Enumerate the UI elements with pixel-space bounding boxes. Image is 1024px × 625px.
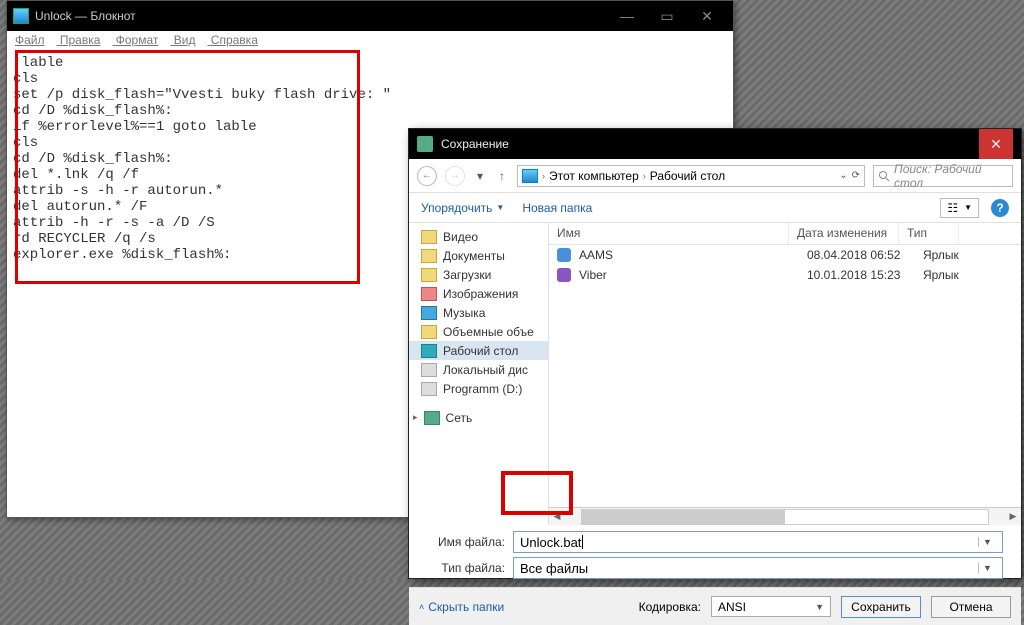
scroll-left-icon[interactable]: ◀ bbox=[549, 511, 565, 522]
organize-button[interactable]: Упорядочить ▼ bbox=[421, 201, 504, 215]
file-row[interactable]: AAMS 08.04.2018 06:52 Ярлык bbox=[549, 245, 1021, 265]
computer-icon bbox=[522, 169, 538, 183]
folder-tree: Видео Документы Загрузки Изображения Муз… bbox=[409, 223, 549, 525]
tree-volumes[interactable]: Объемные объе bbox=[409, 322, 548, 341]
shortcut-icon bbox=[557, 268, 571, 282]
tree-downloads[interactable]: Загрузки bbox=[409, 265, 548, 284]
close-button[interactable]: ✕ bbox=[979, 129, 1013, 159]
col-date[interactable]: Дата изменения bbox=[789, 223, 899, 244]
tree-pictures[interactable]: Изображения bbox=[409, 284, 548, 303]
menu-file[interactable]: Файл bbox=[15, 33, 45, 47]
tree-localdisk[interactable]: Локальный дис bbox=[409, 360, 548, 379]
notepad-titlebar[interactable]: Unlock — Блокнот — ▭ ✕ bbox=[7, 1, 733, 31]
notepad-title: Unlock — Блокнот bbox=[35, 9, 136, 23]
chevron-up-icon: ˄ bbox=[419, 602, 424, 612]
col-name[interactable]: Имя bbox=[549, 223, 789, 244]
drive-icon bbox=[421, 363, 437, 377]
horizontal-scrollbar[interactable]: ◀ ▶ bbox=[549, 507, 1021, 525]
tree-desktop[interactable]: Рабочий стол bbox=[409, 341, 548, 360]
chevron-right-icon: › bbox=[542, 171, 545, 181]
list-icon: ☷ bbox=[947, 201, 958, 215]
scroll-right-icon[interactable]: ▶ bbox=[1005, 511, 1021, 522]
save-fields: Имя файла: Unlock.bat ▼ Тип файла: Все ф… bbox=[409, 525, 1021, 587]
save-button[interactable]: Сохранить bbox=[841, 596, 921, 618]
save-title: Сохранение bbox=[441, 137, 509, 151]
notepad-menubar: Файл Правка Формат Вид Справка bbox=[7, 31, 733, 51]
save-toolbar: Упорядочить ▼ Новая папка ☷▼ ? bbox=[409, 193, 1021, 223]
view-control[interactable]: ☷▼ bbox=[940, 198, 979, 218]
notepad-icon bbox=[13, 8, 29, 24]
address-bar: ← → ▾ ↑ › Этот компьютер › Рабочий стол … bbox=[409, 159, 1021, 193]
col-type[interactable]: Тип bbox=[899, 223, 959, 244]
chevron-right-icon: › bbox=[643, 171, 646, 181]
encoding-label: Кодировка: bbox=[639, 600, 701, 614]
new-folder-button[interactable]: Новая папка bbox=[522, 201, 592, 215]
tree-music[interactable]: Музыка bbox=[409, 303, 548, 322]
tree-programm[interactable]: Programm (D:) bbox=[409, 379, 548, 398]
shortcut-icon bbox=[557, 248, 571, 262]
recent-dropdown[interactable]: ▾ bbox=[473, 169, 487, 183]
menu-edit[interactable]: Правка bbox=[60, 33, 101, 47]
forward-button[interactable]: → bbox=[445, 166, 465, 186]
save-dialog: Сохранение ✕ ← → ▾ ↑ › Этот компьютер › … bbox=[408, 128, 1022, 579]
folder-icon bbox=[421, 230, 437, 244]
cancel-button[interactable]: Отмена bbox=[931, 596, 1011, 618]
scroll-thumb[interactable] bbox=[582, 510, 785, 524]
encoding-select[interactable]: ANSI ▼ bbox=[711, 596, 831, 617]
save-icon bbox=[417, 136, 433, 152]
path-field[interactable]: › Этот компьютер › Рабочий стол ⌄ ⟳ bbox=[517, 165, 865, 187]
path-dropdown[interactable]: ⌄ bbox=[839, 170, 847, 181]
hide-folders-button[interactable]: ˄Скрыть папки bbox=[419, 600, 504, 614]
tree-network[interactable]: ▸Сеть bbox=[409, 408, 548, 427]
maximize-button[interactable]: ▭ bbox=[647, 1, 687, 31]
minimize-button[interactable]: — bbox=[607, 1, 647, 31]
menu-view[interactable]: Вид bbox=[174, 33, 196, 47]
music-icon bbox=[421, 306, 437, 320]
save-titlebar[interactable]: Сохранение ✕ bbox=[409, 129, 1021, 159]
filename-label: Имя файла: bbox=[419, 535, 505, 549]
folder-icon bbox=[421, 249, 437, 263]
network-icon bbox=[424, 411, 440, 425]
folder-icon bbox=[421, 268, 437, 282]
file-list: Имя Дата изменения Тип AAMS 08.04.2018 0… bbox=[549, 223, 1021, 525]
column-headers: Имя Дата изменения Тип bbox=[549, 223, 1021, 245]
path-computer[interactable]: Этот компьютер bbox=[549, 169, 639, 183]
filename-input[interactable]: Unlock.bat ▼ bbox=[513, 531, 1003, 553]
filetype-label: Тип файла: bbox=[419, 561, 505, 575]
file-row[interactable]: Viber 10.01.2018 15:23 Ярлык bbox=[549, 265, 1021, 285]
save-bottom-bar: ˄Скрыть папки Кодировка: ANSI ▼ Сохранит… bbox=[409, 587, 1021, 625]
help-button[interactable]: ? bbox=[991, 199, 1009, 217]
path-desktop[interactable]: Рабочий стол bbox=[650, 169, 725, 183]
close-button[interactable]: ✕ bbox=[687, 1, 727, 31]
tree-documents[interactable]: Документы bbox=[409, 246, 548, 265]
search-icon bbox=[878, 170, 890, 182]
pictures-icon bbox=[421, 287, 437, 301]
desktop-icon bbox=[421, 344, 437, 358]
chevron-down-icon[interactable]: ▼ bbox=[978, 563, 996, 573]
chevron-down-icon: ▼ bbox=[815, 602, 824, 612]
tree-video[interactable]: Видео bbox=[409, 227, 548, 246]
chevron-down-icon[interactable]: ▼ bbox=[978, 537, 996, 547]
back-button[interactable]: ← bbox=[417, 166, 437, 186]
search-placeholder: Поиск: Рабочий стол bbox=[894, 162, 1008, 190]
drive-icon bbox=[421, 382, 437, 396]
search-input[interactable]: Поиск: Рабочий стол bbox=[873, 165, 1013, 187]
menu-format[interactable]: Формат bbox=[116, 33, 159, 47]
menu-help[interactable]: Справка bbox=[211, 33, 258, 47]
up-button[interactable]: ↑ bbox=[495, 169, 509, 183]
filetype-select[interactable]: Все файлы ▼ bbox=[513, 557, 1003, 579]
folder-icon bbox=[421, 325, 437, 339]
chevron-right-icon: ▸ bbox=[413, 412, 418, 423]
refresh-button[interactable]: ⟳ bbox=[852, 170, 860, 181]
